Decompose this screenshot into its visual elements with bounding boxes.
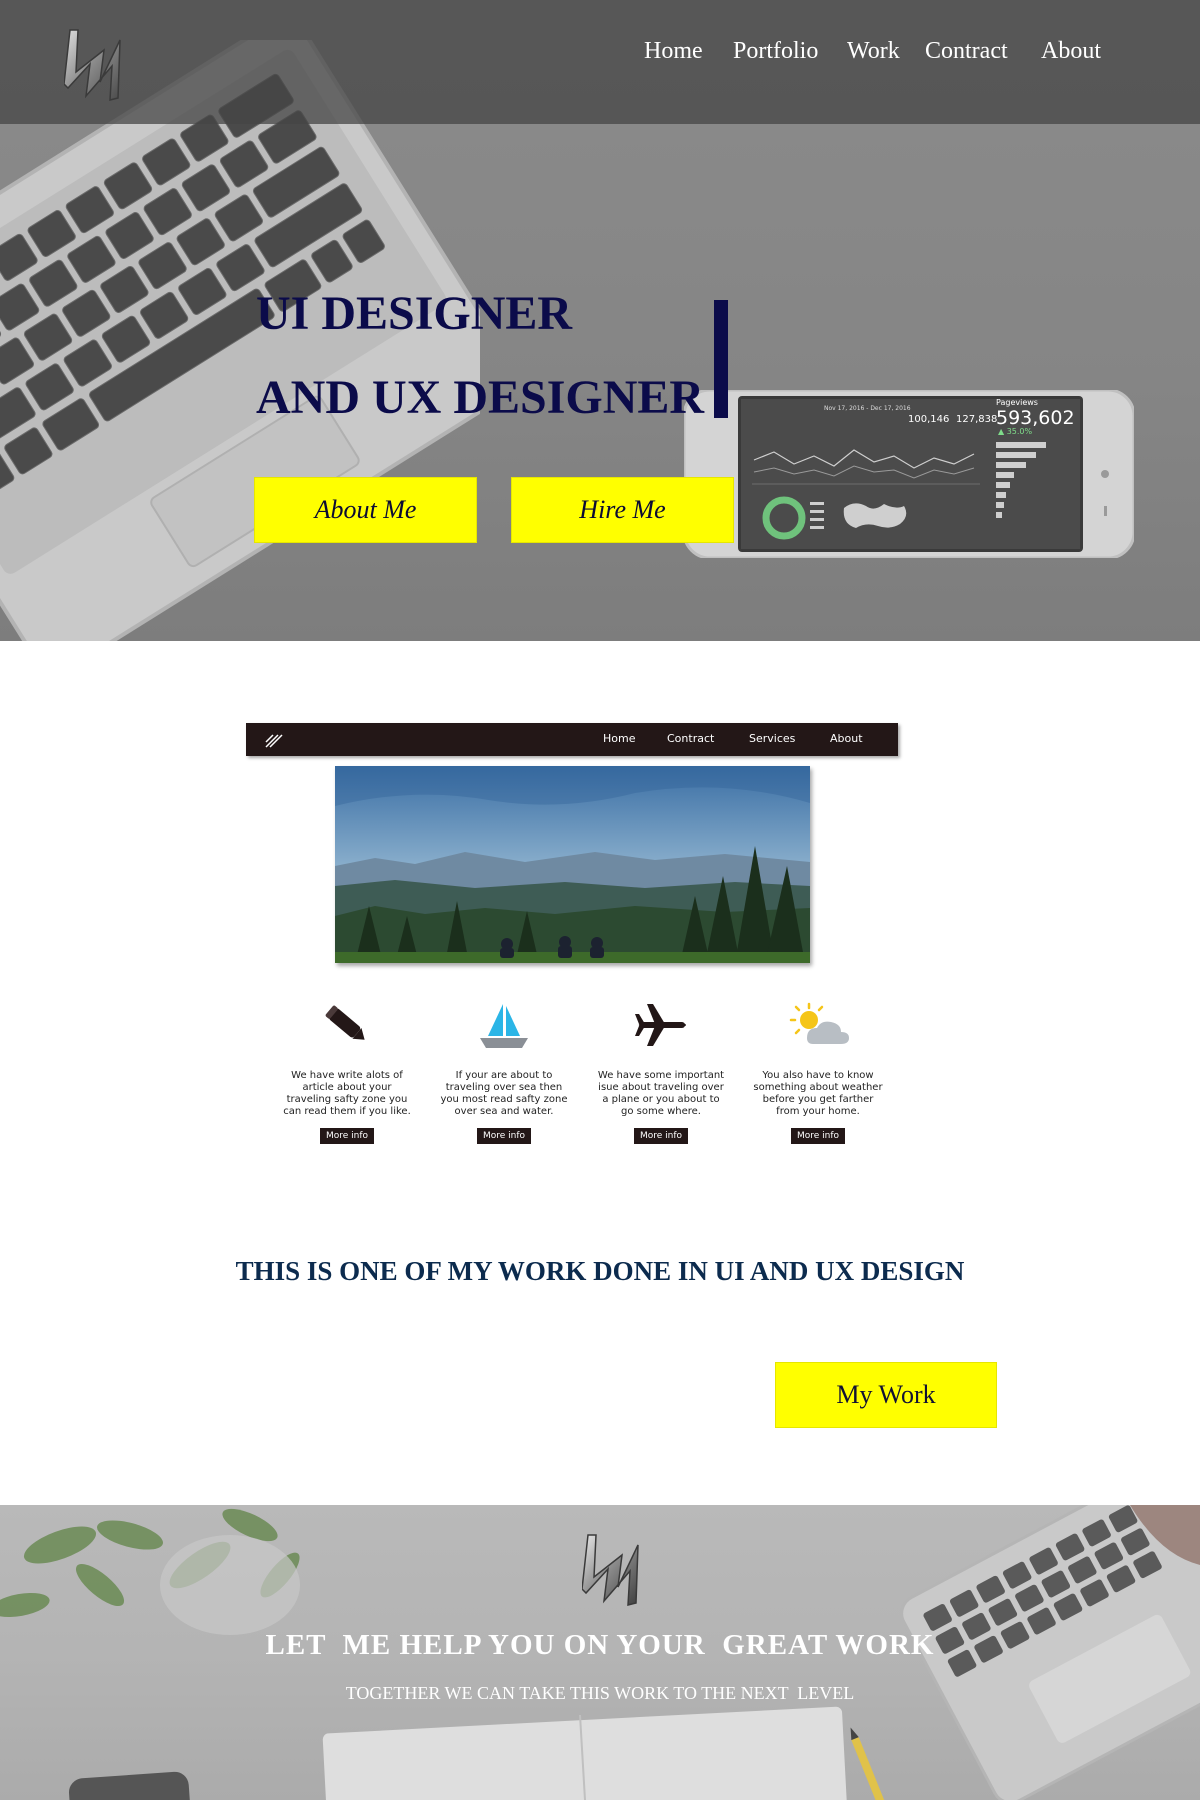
weather-icon <box>789 1002 849 1044</box>
top-navbar: Home Portfolio Work Contract About <box>0 0 1200 124</box>
feature-card: We have some important isue about travel… <box>596 1000 726 1144</box>
feature-text: You also have to know something about we… <box>753 1070 883 1117</box>
more-info-button[interactable]: More info <box>790 1128 846 1144</box>
phone-pageviews-change: ▲ 35.0% <box>998 427 1033 436</box>
nav-home[interactable]: Home <box>644 38 703 65</box>
feature-card: We have write alots of article about you… <box>282 1000 412 1144</box>
phone-users-value: 100,146 <box>908 414 949 425</box>
mockup-nav-home[interactable]: Home <box>603 732 635 745</box>
feature-card: You also have to know something about we… <box>753 1000 883 1144</box>
hero-section: Nov 17, 2016 - Dec 17, 2016 100,146 127,… <box>0 0 1200 641</box>
mockup-nav-services[interactable]: Services <box>749 732 795 745</box>
phone-pageviews-value: 593,602 <box>996 407 1075 429</box>
more-info-button[interactable]: More info <box>319 1128 375 1144</box>
phone-sessions-value: 127,838 <box>956 414 997 425</box>
mockup-hero-landscape-image <box>335 766 810 963</box>
hero-title-line2: AND UX DESIGNER <box>256 371 705 424</box>
nav-contract[interactable]: Contract <box>925 38 1008 65</box>
feature-text: We have some important isue about travel… <box>597 1070 725 1117</box>
nav-about[interactable]: About <box>1041 38 1101 65</box>
more-info-button[interactable]: More info <box>633 1128 689 1144</box>
work-caption: THIS IS ONE OF MY WORK DONE IN UI AND UX… <box>235 1256 965 1286</box>
footer-logo-icon[interactable] <box>582 1531 642 1609</box>
feature-text: If your are about to traveling over sea … <box>440 1070 568 1117</box>
footer-title: LET ME HELP YOU ON YOUR GREAT WORK <box>265 1629 935 1661</box>
feature-text: We have write alots of article about you… <box>283 1070 411 1117</box>
nav-work[interactable]: Work <box>847 38 900 65</box>
feature-card: If your are about to traveling over sea … <box>439 1000 569 1144</box>
phone-illustration: Nov 17, 2016 - Dec 17, 2016 100,146 127,… <box>684 390 1134 558</box>
about-me-button[interactable]: About Me <box>254 477 477 543</box>
pencil-icon <box>325 1005 365 1040</box>
hero-title-line1: UI DESIGNER <box>256 287 573 340</box>
mockup-nav-about[interactable]: About <box>830 732 863 745</box>
footer-subtitle: TOGETHER WE CAN TAKE THIS WORK TO THE NE… <box>345 1683 855 1703</box>
mockup-nav-contract[interactable]: Contract <box>667 732 714 745</box>
my-work-button[interactable]: My Work <box>775 1362 997 1428</box>
hire-me-button[interactable]: Hire Me <box>511 477 734 543</box>
mockup-navbar: Home Contract Services About <box>246 723 898 756</box>
more-info-button[interactable]: More info <box>476 1128 532 1144</box>
hero-accent-bar <box>714 300 728 418</box>
airplane-icon <box>635 1004 686 1046</box>
phone-date-range: Nov 17, 2016 - Dec 17, 2016 <box>824 405 911 412</box>
sailboat-icon <box>480 1004 528 1048</box>
nav-portfolio[interactable]: Portfolio <box>733 38 818 65</box>
phone-pageviews-label: Pageviews <box>996 398 1038 407</box>
logo-icon[interactable] <box>64 26 124 104</box>
footer-section: LET ME HELP YOU ON YOUR GREAT WORK TOGET… <box>0 1505 1200 1800</box>
mockup-logo-icon[interactable] <box>264 731 284 749</box>
